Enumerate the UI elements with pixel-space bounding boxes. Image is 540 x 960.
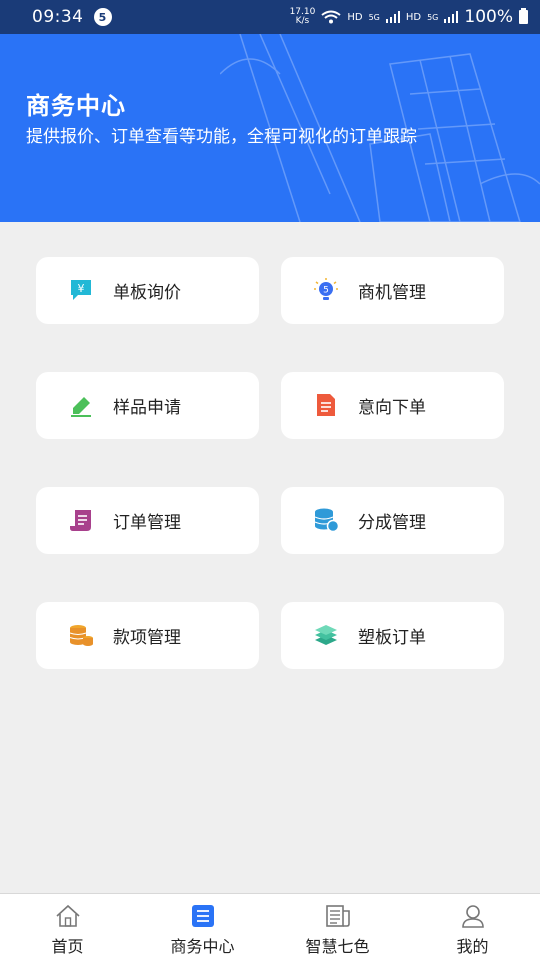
menu-item-payment-management[interactable]: 款项管理	[36, 602, 259, 669]
home-icon	[55, 904, 80, 927]
menu-item-plastic-board-order[interactable]: 塑板订单	[281, 602, 504, 669]
menu-item-order-management[interactable]: 订单管理	[36, 487, 259, 554]
menu-item-label: 单板询价	[113, 283, 181, 303]
page-header: 商务中心 提供报价、订单查看等功能，全程可视化的订单跟踪	[0, 34, 540, 222]
user-icon	[461, 905, 484, 928]
notification-badge: 5	[93, 8, 112, 26]
menu-item-label: 订单管理	[113, 513, 181, 533]
menu-item-label: 样品申请	[113, 398, 181, 418]
scroll-icon	[70, 510, 91, 531]
signal-icon-2	[444, 11, 459, 23]
menu-item-label: 商机管理	[358, 283, 426, 303]
hd-label-1: HD	[347, 11, 363, 23]
wifi-icon	[321, 10, 341, 24]
net-type-1: 5G	[368, 12, 380, 22]
nav-item-home[interactable]: 首页	[0, 894, 135, 960]
network-speed: 17.10 K/s	[289, 7, 316, 26]
nav-item-mine[interactable]: 我的	[405, 894, 540, 960]
page-title: 商务中心	[26, 92, 126, 120]
menu-item-label: 分成管理	[358, 513, 426, 533]
signal-icon	[385, 11, 400, 23]
hd-label-2: HD	[405, 11, 422, 23]
menu-item-intent-order[interactable]: 意向下单	[281, 372, 504, 439]
clock: 09:34	[32, 7, 84, 27]
nav-item-business-center[interactable]: 商务中心	[135, 894, 270, 960]
list-icon	[191, 905, 214, 927]
nav-item-smart-colors[interactable]: 智慧七色	[270, 894, 405, 960]
nav-label: 首页	[51, 937, 84, 956]
menu-item-board-quote[interactable]: ¥ 单板询价	[36, 257, 259, 324]
menu-item-sample-request[interactable]: 样品申请	[36, 372, 259, 439]
database-icon	[314, 508, 339, 533]
menu-item-revenue-share[interactable]: 分成管理	[281, 487, 504, 554]
battery-icon	[519, 8, 528, 24]
svg-text:¥: ¥	[78, 282, 85, 295]
menu-item-label: 塑板订单	[358, 628, 426, 648]
nav-label: 商务中心	[170, 937, 235, 956]
pen-icon	[71, 397, 91, 417]
status-bar: 09:34 5 17.10 K/s HD 5G HD 5G 100%	[0, 0, 540, 34]
net-type-2: 5G	[427, 12, 439, 22]
page-subtitle: 提供报价、订单查看等功能，全程可视化的订单跟踪	[26, 127, 417, 147]
status-icons: 17.10 K/s HD 5G HD 5G 100%	[290, 7, 528, 27]
bottom-nav: 首页 商务中心 智慧七色 我的	[0, 893, 540, 960]
quote-icon: ¥	[71, 280, 91, 300]
svg-text:5: 5	[323, 286, 329, 296]
menu-item-opportunity[interactable]: 5 商机管理	[281, 257, 504, 324]
battery-level: 100%	[464, 7, 513, 27]
nav-label: 我的	[456, 937, 489, 956]
news-icon	[325, 905, 350, 927]
layers-icon	[315, 625, 337, 645]
document-icon	[317, 394, 335, 416]
menu-item-label: 款项管理	[113, 628, 181, 648]
menu-item-label: 意向下单	[358, 398, 426, 418]
lightbulb-icon: 5	[314, 278, 338, 300]
nav-label: 智慧七色	[305, 937, 370, 956]
coins-icon	[69, 625, 93, 646]
